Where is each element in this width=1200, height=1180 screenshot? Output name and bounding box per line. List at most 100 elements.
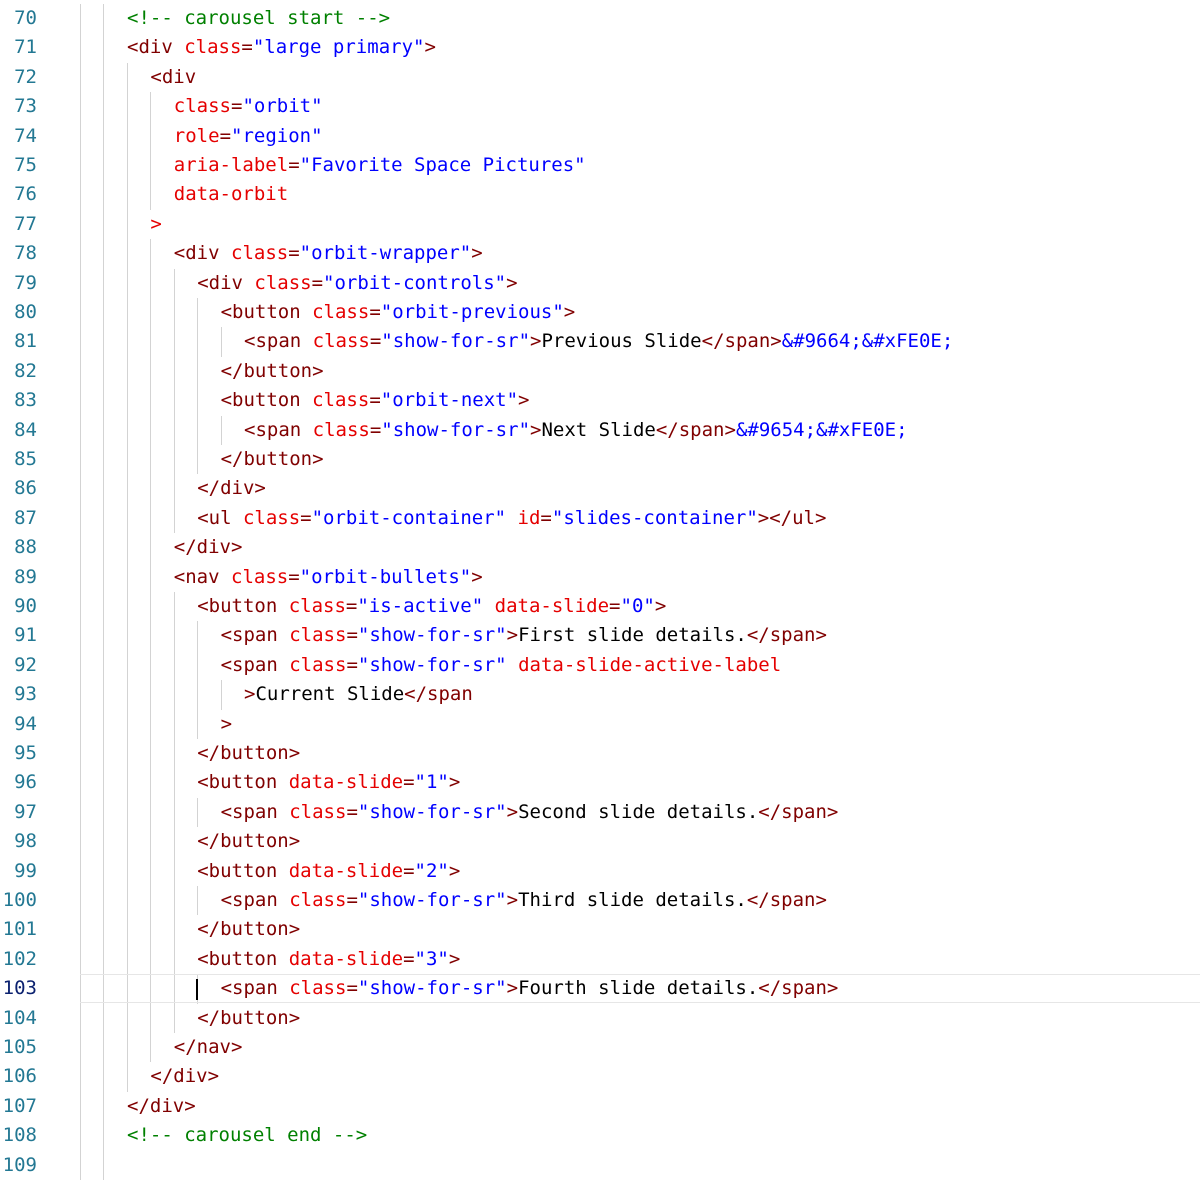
- code-line[interactable]: 82 </button>: [0, 357, 1200, 386]
- code-line[interactable]: 101 </button>: [0, 915, 1200, 944]
- code-token-tag: </div>: [173, 536, 243, 559]
- code-line[interactable]: 95 </button>: [0, 739, 1200, 768]
- code-token-tag: =: [369, 389, 381, 412]
- code-token-tag: =: [241, 36, 253, 59]
- code-token-tag: <nav: [173, 565, 231, 588]
- code-token-str: "Favorite Space Pictures": [299, 154, 586, 176]
- code-line[interactable]: 72 <div: [0, 63, 1200, 92]
- code-token-tag: =: [288, 242, 300, 265]
- code-line[interactable]: 100 <span class="show-for-sr">Third slide…: [0, 886, 1200, 915]
- code-line[interactable]: 105 </nav>: [0, 1033, 1200, 1062]
- code-line[interactable]: 107 </div>: [0, 1092, 1200, 1121]
- line-code: <span class="show-for-sr">Fourth slide d…: [221, 974, 839, 1003]
- code-line[interactable]: 71 <div class="large primary">: [0, 33, 1200, 62]
- line-code: <nav class="orbit-bullets">: [174, 563, 483, 592]
- code-line[interactable]: 79 <div class="orbit-controls">: [0, 269, 1200, 298]
- code-token-text: Fourth slide details.: [518, 977, 759, 1000]
- line-code: <div class="large primary">: [127, 33, 436, 62]
- code-token-tag: =: [346, 889, 358, 911]
- code-token-str: "3": [414, 947, 449, 970]
- code-token-attr: class: [242, 506, 301, 529]
- code-token-attr: role: [173, 124, 220, 147]
- code-token-tag: =: [346, 624, 358, 647]
- code-line[interactable]: 86 </div>: [0, 474, 1200, 503]
- code-token-tag: =: [311, 271, 324, 294]
- line-code: <button data-slide="1">: [197, 768, 460, 797]
- code-line[interactable]: 103 <span class="show-for-sr">Fourth slid…: [0, 974, 1200, 1004]
- line-code: </div>: [197, 474, 266, 503]
- code-token-attr: class: [289, 889, 347, 911]
- code-token-tag: =: [403, 771, 415, 794]
- code-line[interactable]: 106 </div>: [0, 1062, 1200, 1091]
- code-line[interactable]: 96 <button data-slide="1">: [0, 768, 1200, 797]
- code-line[interactable]: 76 data-orbit: [0, 180, 1200, 209]
- code-line[interactable]: 87 <ul class="orbit-container" id="slides…: [0, 504, 1200, 533]
- code-token-text: Current Slide: [255, 683, 405, 706]
- code-line[interactable]: 78 <div class="orbit-wrapper">: [0, 239, 1200, 268]
- code-line[interactable]: 91 <span class="show-for-sr">First slide …: [0, 621, 1200, 650]
- line-code: </div>: [150, 1062, 219, 1091]
- code-token-tag: <div: [197, 271, 255, 294]
- line-code: class="orbit": [174, 92, 323, 121]
- code-line[interactable]: 84 <span class="show-for-sr">Next Slide</…: [0, 416, 1200, 445]
- line-code: >Current Slide</span: [244, 680, 473, 709]
- code-token-attr: class: [289, 653, 347, 676]
- code-line[interactable]: 93 >Current Slide</span: [0, 680, 1200, 709]
- code-token-tag: >: [506, 977, 519, 1000]
- code-line[interactable]: 98 </button>: [0, 827, 1200, 856]
- code-line[interactable]: 73 class="orbit": [0, 92, 1200, 121]
- code-token-str: "orbit-bullets": [299, 565, 472, 588]
- code-token-attr: class: [312, 418, 370, 441]
- code-line[interactable]: 90 <button class="is-active" data-slide="…: [0, 592, 1200, 621]
- code-token-str: "show-for-sr": [357, 624, 507, 647]
- code-line[interactable]: 88 </div>: [0, 533, 1200, 562]
- code-line[interactable]: 74 role="region": [0, 122, 1200, 151]
- code-line[interactable]: 81 <span class="show-for-sr">Previous Sli…: [0, 327, 1200, 356]
- code-token-tag: <span: [220, 889, 290, 911]
- code-line[interactable]: 80 <button class="orbit-previous">: [0, 298, 1200, 327]
- line-number: 109: [2, 1153, 37, 1176]
- code-token-tag: <button: [220, 301, 313, 323]
- code-line[interactable]: 92 <span class="show-for-sr" data-slide-a…: [0, 651, 1200, 680]
- code-token-tag: >: [448, 771, 461, 794]
- code-line[interactable]: 104 </button>: [0, 1004, 1200, 1033]
- line-code: <div class="orbit-wrapper">: [174, 239, 483, 268]
- code-token-tag: <button: [197, 859, 289, 882]
- code-line[interactable]: 99 <button data-slide="2">: [0, 857, 1200, 886]
- code-token-str: "show-for-sr": [381, 418, 531, 441]
- code-line[interactable]: 102 <button data-slide="3">: [0, 945, 1200, 974]
- code-line[interactable]: 77 >: [0, 210, 1200, 239]
- code-token-tag: <button: [197, 771, 289, 794]
- code-token-str: "2": [414, 859, 449, 882]
- code-token-attr: class: [312, 301, 370, 323]
- code-token-attr: class: [254, 271, 312, 294]
- code-token-tag: <span: [220, 653, 290, 676]
- code-token-tag: =: [369, 330, 382, 353]
- code-token-attr: data-slide-active-label: [518, 653, 782, 676]
- line-number: 79: [14, 271, 37, 294]
- code-token-tag: <span: [244, 418, 313, 441]
- code-line[interactable]: 83 <button class="orbit-next">: [0, 386, 1200, 415]
- line-number: 108: [2, 1124, 37, 1147]
- code-line[interactable]: 70 <!-- carousel start -->: [0, 4, 1200, 33]
- line-code: <div class="orbit-controls">: [197, 269, 517, 298]
- code-token-attr: data-orbit: [173, 183, 289, 206]
- line-number: 95: [14, 742, 37, 764]
- code-token-tag: <ul: [197, 506, 243, 529]
- code-line[interactable]: 89 <nav class="orbit-bullets">: [0, 563, 1200, 592]
- code-token-attr: class: [184, 36, 242, 59]
- code-line[interactable]: 109: [0, 1151, 1200, 1180]
- code-line[interactable]: 75 aria-label="Favorite Space Pictures": [0, 151, 1200, 180]
- line-code: </button>: [197, 915, 300, 944]
- code-token-tag: </button>: [197, 830, 301, 853]
- code-token-tag: </button>: [197, 742, 301, 764]
- code-editor[interactable]: 70 <!-- carousel start --> 71 <div class="l…: [0, 4, 1200, 1180]
- code-line[interactable]: 108 <!-- carousel end -->: [0, 1121, 1200, 1150]
- code-token-tag: </div>: [197, 477, 266, 500]
- code-line[interactable]: 97 <span class="show-for-sr">Second slide…: [0, 798, 1200, 827]
- line-number: 75: [14, 154, 37, 176]
- code-token-tag: =: [219, 124, 232, 147]
- code-token-attr: class: [289, 800, 347, 823]
- code-line[interactable]: 94 >: [0, 710, 1200, 739]
- code-line[interactable]: 85 </button>: [0, 445, 1200, 474]
